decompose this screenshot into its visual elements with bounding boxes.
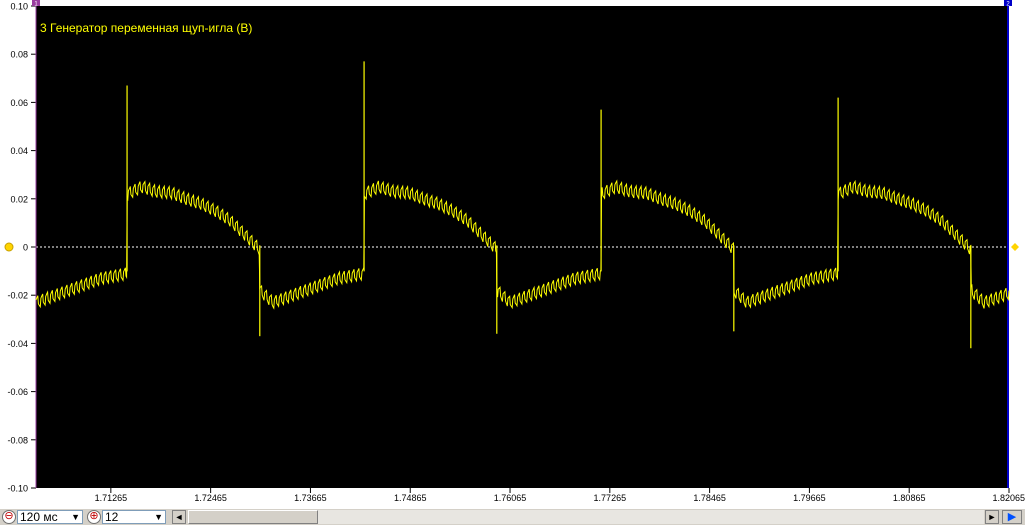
x-tick-label: 1.79665 xyxy=(793,493,826,503)
y-tick-label: 0.06 xyxy=(10,98,28,108)
x-tick-label: 1.74865 xyxy=(394,493,427,503)
oscilloscope-window: 0.10 0.08 0.06 0.04 0.02 0 -0.02 -0.04 -0.06 -0.0… xyxy=(0,0,1025,525)
x-tick-label: 1.82065 xyxy=(992,493,1025,503)
bottom-toolbar: ⊖ 120 мс ▼ ⊕ 12 ▼ ◄ ► ▶ xyxy=(0,508,1025,525)
scroll-right-button[interactable]: ► xyxy=(985,510,999,524)
x-tick-label: 1.71265 xyxy=(95,493,128,503)
horizontal-scrollbar[interactable] xyxy=(188,510,984,524)
chevron-down-icon: ▼ xyxy=(71,512,80,522)
chart-title: 3 Генератор переменная щуп-игла (В) xyxy=(40,21,252,35)
scrollbar-thumb[interactable] xyxy=(188,510,318,524)
y-tick-label: 0 xyxy=(23,243,28,253)
channel-select[interactable]: 12 ▼ xyxy=(102,510,166,524)
y-tick-label: 0.02 xyxy=(10,194,28,204)
y-tick-label: -0.04 xyxy=(7,339,28,349)
y-tick-label: -0.02 xyxy=(7,291,28,301)
zoom-in-icon[interactable]: ⊕ xyxy=(87,510,101,524)
y-tick-label: 0.10 xyxy=(10,2,28,12)
waveform-series xyxy=(35,179,1010,310)
scroll-left-button[interactable]: ◄ xyxy=(172,510,186,524)
x-tick-label: 1.77265 xyxy=(594,493,627,503)
x-tick-label: 1.73665 xyxy=(294,493,327,503)
y-tick-label: -0.08 xyxy=(7,435,28,445)
y-tick-label: 0.04 xyxy=(10,146,28,156)
zero-level-handle[interactable] xyxy=(4,242,14,252)
y-tick-label: -0.06 xyxy=(7,387,28,397)
x-tick-label: 1.80865 xyxy=(893,493,926,503)
timebase-select[interactable]: 120 мс ▼ xyxy=(17,510,83,524)
chevron-down-icon: ▼ xyxy=(154,512,163,522)
x-tick-label: 1.72465 xyxy=(194,493,227,503)
timebase-value: 120 мс xyxy=(20,510,58,524)
play-button[interactable]: ▶ xyxy=(1002,510,1022,524)
y-tick-label: 0.08 xyxy=(10,50,28,60)
trigger-level-icon[interactable] xyxy=(1011,243,1019,251)
y-tick-label: -0.10 xyxy=(7,484,28,494)
zoom-out-icon[interactable]: ⊖ xyxy=(2,510,16,524)
waveform-chart: 0.10 0.08 0.06 0.04 0.02 0 -0.02 -0.04 -0.06 -0.0… xyxy=(4,0,1025,503)
x-tick-label: 1.78465 xyxy=(693,493,726,503)
channel-value: 12 xyxy=(105,510,119,524)
x-tick-label: 1.76065 xyxy=(494,493,527,503)
